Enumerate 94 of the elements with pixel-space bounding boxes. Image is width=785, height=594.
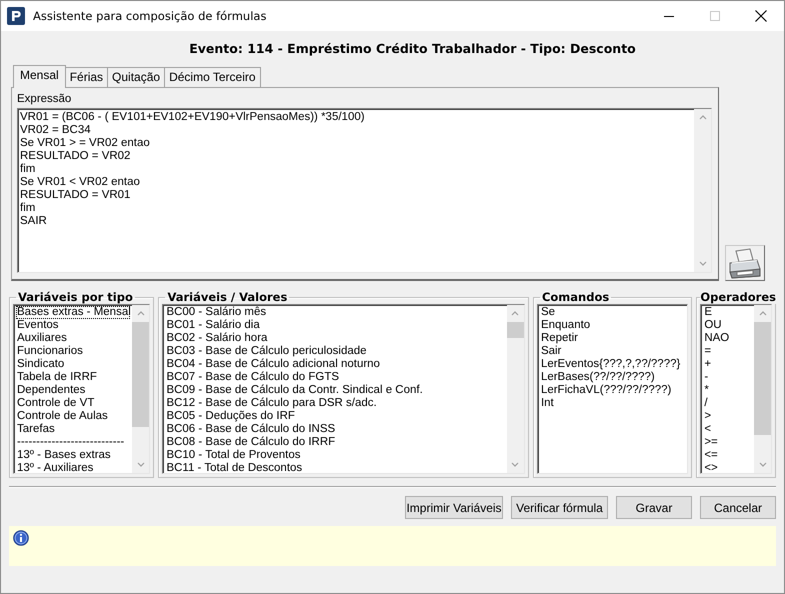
list-item[interactable]: BC04 - Base de Cálculo adicional noturno xyxy=(165,358,507,371)
list-item[interactable]: Sindicato xyxy=(16,358,132,371)
list-item[interactable]: 13º - Auxiliares xyxy=(16,462,132,473)
code-line: RESULTADO = VR02 xyxy=(20,150,132,163)
action-button[interactable]: Imprimir Variáveis xyxy=(405,496,503,519)
close-icon[interactable] xyxy=(755,10,767,22)
code-line: Se VR01 > = VR02 entao xyxy=(20,137,151,150)
list-item[interactable]: NAO xyxy=(703,332,754,345)
printer-icon xyxy=(727,247,763,279)
list-item[interactable]: OU xyxy=(703,319,754,332)
list-item[interactable]: BC10 - Total de Proventos xyxy=(165,449,507,462)
list-item[interactable]: BC09 - Base de Cálculo da Contr. Sindical e Conf. xyxy=(165,384,507,397)
list-item[interactable]: Int xyxy=(540,397,688,410)
list-item[interactable]: Controle de Aulas xyxy=(16,410,132,423)
action-button[interactable]: Gravar xyxy=(616,496,692,519)
tab[interactable]: Mensal xyxy=(13,65,66,88)
code-line: fim xyxy=(20,163,36,176)
list-item[interactable]: LerFichaVL(???/??/????) xyxy=(540,384,688,397)
list-item[interactable]: 13º - Bases extras xyxy=(16,449,132,462)
tab[interactable]: Décimo Terceiro xyxy=(164,67,261,87)
scroll-up-icon[interactable] xyxy=(510,309,520,318)
list-item[interactable]: BC01 - Salário dia xyxy=(165,319,507,332)
scroll-up-icon[interactable] xyxy=(136,309,146,318)
list-item[interactable]: = xyxy=(703,345,754,358)
list-item[interactable]: Repetir xyxy=(540,332,688,345)
scrollbar[interactable] xyxy=(694,109,711,272)
code-line: VR02 = BC34 xyxy=(20,124,92,137)
scroll-down-icon[interactable] xyxy=(758,460,768,469)
print-button[interactable] xyxy=(725,245,765,281)
list-item[interactable]: <= xyxy=(703,449,754,462)
list-item[interactable]: > xyxy=(703,410,754,423)
list-item[interactable]: Tabela de IRRF xyxy=(16,371,132,384)
list-item[interactable]: <> xyxy=(703,462,754,473)
group-label: Variáveis por tipo xyxy=(17,290,134,304)
list-item[interactable]: >= xyxy=(703,436,754,449)
list-item[interactable]: BC07 - Base de Cálculo do FGTS xyxy=(165,371,507,384)
list-item[interactable]: - xyxy=(703,371,754,384)
list-item[interactable]: BC05 - Deduções do IRF xyxy=(165,410,507,423)
list-item[interactable]: LerEventos{???,?,??/????} xyxy=(540,358,688,371)
list-item[interactable]: / xyxy=(703,397,754,410)
list-box[interactable]: Se Enquanto Repetir Sair LerEventos{???,?,??/????} LerBases(??/??/????) LerFichaVL(???/??/????) Int xyxy=(536,304,688,474)
code-line: VR01 = (BC06 - ( EV101+EV102+EV190+VlrPensaoMes)) *35/100) xyxy=(20,111,366,124)
code-line: RESULTADO = VR01 xyxy=(20,189,132,202)
list-box[interactable]: Bases extras - Mensal Eventos Auxiliares Funcionarios Sindicato Tabela de IRRF Dependentes Controle de VT Controle de Aulas Tarefas ---------------------------- 13º - Bases extras 13º - Auxiliares xyxy=(13,304,150,474)
list-item[interactable]: Sair xyxy=(540,345,688,358)
action-button[interactable]: Verificar fórmula xyxy=(511,496,608,519)
scroll-thumb[interactable] xyxy=(132,322,150,427)
window-title: Assistente para composição de fórmulas xyxy=(33,9,266,23)
action-button[interactable]: Cancelar xyxy=(700,496,776,519)
scrollbar[interactable] xyxy=(506,305,524,473)
code-line: SAIR xyxy=(20,215,48,228)
scroll-down-icon[interactable] xyxy=(698,259,708,268)
list-item[interactable]: Eventos xyxy=(16,319,132,332)
scroll-down-icon[interactable] xyxy=(510,460,520,469)
list-item[interactable]: Auxiliares xyxy=(16,332,132,345)
list-item[interactable]: Controle de VT xyxy=(16,397,132,410)
list-item[interactable]: BC11 - Total de Descontos xyxy=(165,462,507,473)
list-item[interactable]: BC08 - Base de Cálculo do IRRF xyxy=(165,436,507,449)
group-label: Variáveis / Valores xyxy=(166,290,288,304)
field-label: Expressão xyxy=(17,93,72,107)
scroll-thumb[interactable] xyxy=(506,322,524,338)
maximize-icon[interactable] xyxy=(710,11,720,21)
group-label: Comandos xyxy=(540,290,610,304)
list-item[interactable]: BC12 - Base de Cálculo para DSR s/adc. xyxy=(165,397,507,410)
list-item[interactable]: Dependentes xyxy=(16,384,132,397)
list-item[interactable]: BC06 - Base de Cálculo do INSS xyxy=(165,423,507,436)
list-item[interactable]: BC02 - Salário hora xyxy=(165,332,507,345)
group-label: Operadores xyxy=(700,290,776,304)
list-item[interactable]: + xyxy=(703,358,754,371)
info-icon xyxy=(13,530,29,546)
list-item[interactable]: Bases extras - Mensal xyxy=(16,306,130,319)
list-item[interactable]: BC03 - Base de Cálculo periculosidade xyxy=(165,345,507,358)
list-item[interactable]: * xyxy=(703,384,754,397)
scroll-up-icon[interactable] xyxy=(758,309,768,318)
scroll-thumb[interactable] xyxy=(754,322,772,435)
scroll-up-icon[interactable] xyxy=(698,113,708,122)
code-line: Se VR01 < VR02 entao xyxy=(20,176,141,189)
scrollbar[interactable] xyxy=(754,305,772,473)
list-item[interactable]: ---------------------------- xyxy=(16,436,132,449)
code-line: fim xyxy=(20,202,36,215)
list-item[interactable]: Tarefas xyxy=(16,423,132,436)
list-item[interactable]: Se xyxy=(540,306,688,319)
list-item[interactable]: BC00 - Salário mês xyxy=(165,306,507,319)
list-item[interactable]: < xyxy=(703,423,754,436)
list-item[interactable]: Enquanto xyxy=(540,319,688,332)
scrollbar[interactable] xyxy=(132,305,150,473)
app-icon xyxy=(7,7,25,25)
list-item[interactable]: E xyxy=(703,306,754,319)
list-box[interactable]: E OU NAO = + - * / > < >= <= <> xyxy=(700,304,772,474)
scroll-down-icon[interactable] xyxy=(136,460,146,469)
event-title: Evento: 114 - Empréstimo Crédito Trabalhador - Tipo: Desconto xyxy=(189,40,636,56)
list-item[interactable]: Funcionarios xyxy=(16,345,132,358)
expression-field[interactable]: VR01 = (BC06 - ( EV101+EV102+EV190+VlrPensaoMes)) *35/100) VR02 = BC34 Se VR01 > = VR02 entao RESULTADO = VR02 fim Se VR01 < VR02 entao RESULTADO = VR01 fim SAIR xyxy=(17,108,712,273)
list-item[interactable]: LerBases(??/??/????) xyxy=(540,371,688,384)
